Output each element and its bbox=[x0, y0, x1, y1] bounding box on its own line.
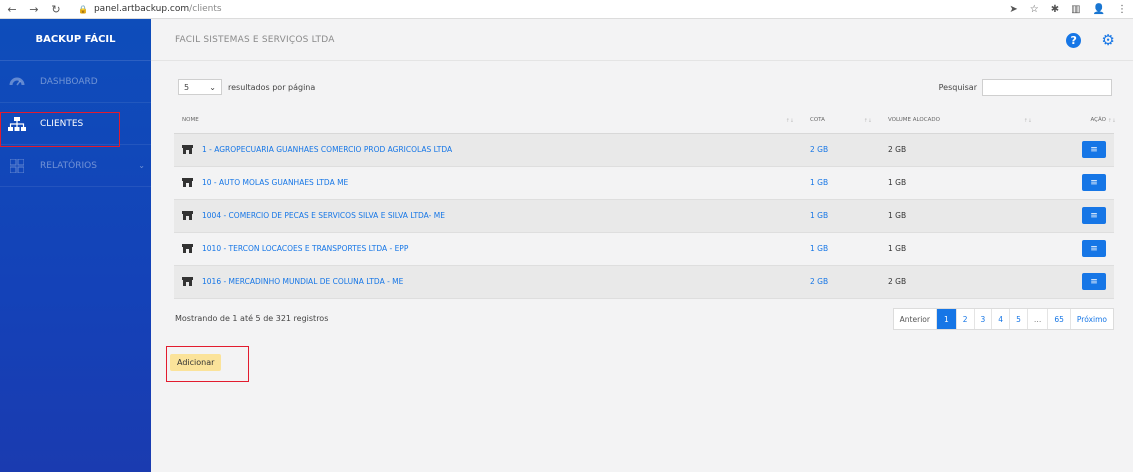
add-button[interactable]: Adicionar bbox=[170, 354, 222, 371]
pager-page[interactable]: 65 bbox=[1047, 309, 1070, 329]
page-size-label: resultados por página bbox=[228, 82, 316, 92]
column-header-name[interactable]: NOME ↑↓ bbox=[174, 107, 802, 134]
gear-icon[interactable]: ⚙ bbox=[1101, 33, 1115, 48]
kebab-menu-icon[interactable]: ⋮ bbox=[1117, 4, 1127, 15]
records-info: Mostrando de 1 até 5 de 321 registros bbox=[175, 314, 329, 323]
page-title: FACIL SISTEMAS E SERVIÇOS LTDA bbox=[175, 34, 335, 45]
row-menu-button[interactable]: ≡ bbox=[1082, 240, 1106, 257]
allocated-cell: 2 GB bbox=[880, 265, 1040, 299]
pagination: Anterior 1 2 3 4 5 … 65 Próximo bbox=[892, 308, 1114, 330]
page-size-select[interactable]: 5 ⌄ bbox=[178, 79, 222, 95]
row-menu-button[interactable]: ≡ bbox=[1082, 141, 1106, 158]
search-input[interactable] bbox=[982, 79, 1112, 96]
chevron-down-icon: ⌄ bbox=[209, 82, 216, 92]
grid-icon bbox=[8, 157, 26, 175]
quota-cell: 2 GB bbox=[802, 265, 880, 299]
table-row: 1004 - COMERCIO DE PECAS E SERVICOS SILV… bbox=[174, 199, 1114, 233]
pager-previous[interactable]: Anterior bbox=[894, 309, 936, 329]
store-icon bbox=[182, 145, 193, 154]
quota-cell: 1 GB bbox=[802, 166, 880, 200]
client-link[interactable]: 1016 - MERCADINHO MUNDIAL DE COLUNA LTDA… bbox=[182, 277, 794, 286]
sidebar: BACKUP FÁCIL DASHBOARD CLIENTES RELATÓRI… bbox=[0, 19, 151, 472]
table-row: 10 - AUTO MOLAS GUANHAES LTDA ME 1 GB 1 … bbox=[174, 166, 1114, 200]
column-header-allocated[interactable]: VOLUME ALOCADO ↑↓ bbox=[880, 107, 1040, 134]
browser-toolbar: ← → ↻ 🔒 panel.artbackup.com/clients ➤ ☆ … bbox=[0, 0, 1133, 19]
lock-icon[interactable]: 🔒 bbox=[78, 5, 88, 14]
store-icon bbox=[182, 178, 193, 187]
help-icon[interactable]: ? bbox=[1066, 33, 1082, 48]
column-header-action: AÇÃO ↑↓ bbox=[1040, 107, 1116, 134]
pager-page[interactable]: 2 bbox=[955, 309, 974, 329]
row-menu-button[interactable]: ≡ bbox=[1082, 207, 1106, 224]
search-label: Pesquisar bbox=[938, 83, 977, 92]
sort-icon: ↑↓ bbox=[863, 118, 872, 124]
sidebar-item-label: RELATÓRIOS bbox=[40, 160, 97, 171]
sidebar-item-clientes[interactable]: CLIENTES bbox=[0, 103, 151, 145]
forward-icon[interactable]: → bbox=[28, 3, 40, 16]
share-icon[interactable]: ➤ bbox=[1009, 4, 1017, 15]
extensions-icon[interactable]: ✱ bbox=[1051, 4, 1059, 15]
sort-icon: ↑↓ bbox=[1023, 118, 1032, 124]
dashboard-icon bbox=[8, 73, 26, 91]
url-host: panel.artbackup.com bbox=[93, 4, 190, 14]
store-icon bbox=[182, 211, 193, 220]
sidebar-item-label: DASHBOARD bbox=[40, 76, 98, 87]
client-link[interactable]: 1004 - COMERCIO DE PECAS E SERVICOS SILV… bbox=[182, 211, 794, 220]
search-control: Pesquisar bbox=[939, 79, 1112, 96]
client-link[interactable]: 1010 - TERCON LOCACOES E TRANSPORTES LTD… bbox=[182, 244, 794, 253]
store-icon bbox=[182, 244, 193, 253]
address-bar[interactable]: panel.artbackup.com/clients bbox=[94, 4, 222, 14]
back-icon[interactable]: ← bbox=[6, 3, 18, 16]
pager-next[interactable]: Próximo bbox=[1069, 309, 1113, 329]
allocated-cell: 1 GB bbox=[880, 199, 1040, 233]
page-header: FACIL SISTEMAS E SERVIÇOS LTDA ? ⚙ bbox=[151, 19, 1133, 61]
table-row: 1010 - TERCON LOCACOES E TRANSPORTES LTD… bbox=[174, 232, 1114, 266]
table-row: 1016 - MERCADINHO MUNDIAL DE COLUNA LTDA… bbox=[174, 265, 1114, 299]
quota-cell: 2 GB bbox=[802, 133, 880, 167]
pager-page[interactable]: 5 bbox=[1009, 309, 1027, 329]
main-content: FACIL SISTEMAS E SERVIÇOS LTDA ? ⚙ 5 ⌄ r… bbox=[151, 19, 1133, 472]
client-link[interactable]: 1 - AGROPECUARIA GUANHAES COMERCIO PROD … bbox=[182, 145, 794, 154]
column-header-quota[interactable]: COTA ↑↓ bbox=[802, 107, 880, 134]
sort-icon: ↑↓ bbox=[1107, 118, 1116, 124]
allocated-cell: 2 GB bbox=[880, 133, 1040, 167]
page-size-value: 5 bbox=[184, 82, 190, 92]
page-size-control: 5 ⌄ resultados por página bbox=[178, 79, 315, 95]
sidebar-item-relatorios[interactable]: RELATÓRIOS ⌄ bbox=[0, 145, 151, 187]
sitemap-icon bbox=[8, 115, 26, 133]
pager-ellipsis: … bbox=[1026, 309, 1048, 329]
row-menu-button[interactable]: ≡ bbox=[1082, 273, 1106, 290]
url-path: /clients bbox=[189, 4, 222, 14]
quota-cell: 1 GB bbox=[802, 232, 880, 266]
allocated-cell: 1 GB bbox=[880, 232, 1040, 266]
pager-page[interactable]: 4 bbox=[991, 309, 1009, 329]
chevron-down-icon: ⌄ bbox=[138, 161, 145, 170]
pager-page-current[interactable]: 1 bbox=[935, 309, 956, 329]
store-icon bbox=[182, 277, 193, 286]
sidepanel-icon[interactable]: ▥ bbox=[1071, 4, 1080, 15]
clients-table: NOME ↑↓ COTA ↑↓ VOLUME ALOCADO ↑↓ AÇÃO ↑↓ 1 … bbox=[174, 107, 1116, 299]
bookmark-star-icon[interactable]: ☆ bbox=[1030, 4, 1039, 15]
pager-page[interactable]: 3 bbox=[973, 309, 992, 329]
table-row: 1 - AGROPECUARIA GUANHAES COMERCIO PROD … bbox=[174, 133, 1114, 167]
quota-cell: 1 GB bbox=[802, 199, 880, 233]
sidebar-item-label: CLIENTES bbox=[40, 118, 84, 129]
brand-title: BACKUP FÁCIL bbox=[0, 19, 151, 61]
profile-icon[interactable]: 👤 bbox=[1093, 4, 1105, 15]
sidebar-item-dashboard[interactable]: DASHBOARD bbox=[0, 61, 151, 103]
client-link[interactable]: 10 - AUTO MOLAS GUANHAES LTDA ME bbox=[182, 178, 794, 187]
row-menu-button[interactable]: ≡ bbox=[1082, 174, 1106, 191]
reload-icon[interactable]: ↻ bbox=[50, 3, 62, 16]
allocated-cell: 1 GB bbox=[880, 166, 1040, 200]
sort-icon: ↑↓ bbox=[785, 118, 794, 124]
